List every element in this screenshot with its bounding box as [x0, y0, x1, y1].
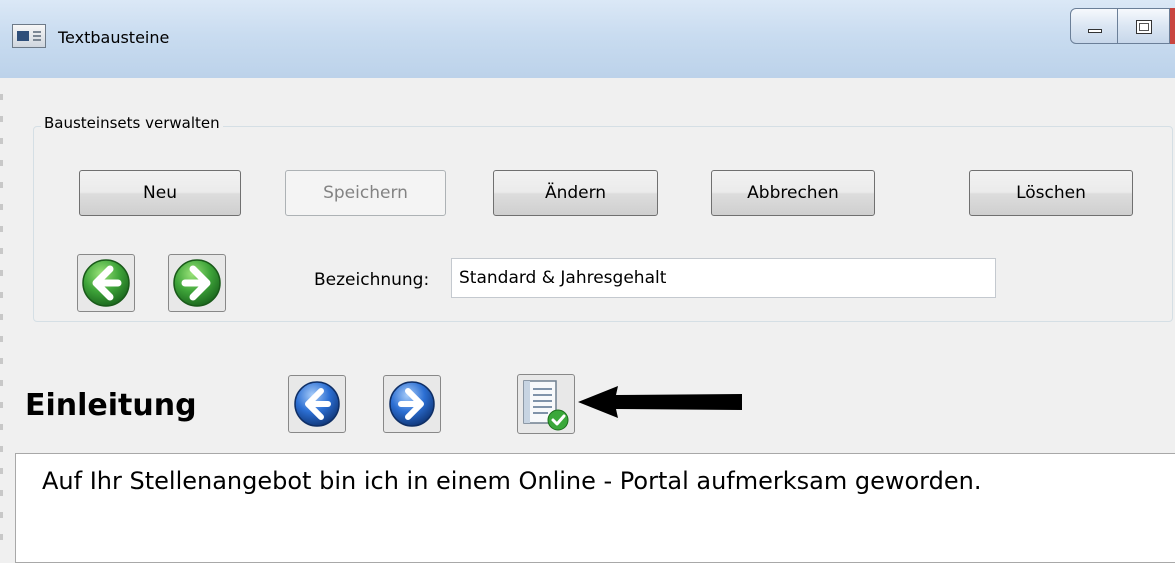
- bezeichnung-field[interactable]: [451, 258, 996, 298]
- app-window-icon[interactable]: [12, 24, 46, 48]
- minimize-icon: [1088, 29, 1102, 33]
- minimize-button[interactable]: [1070, 8, 1118, 44]
- speichern-button: Speichern: [285, 170, 446, 216]
- green-arrow-left-icon: [82, 259, 130, 307]
- document-check-icon: [523, 380, 569, 431]
- green-arrow-right-icon: [173, 259, 221, 307]
- section-previous-button[interactable]: [288, 375, 346, 433]
- close-button[interactable]: [1170, 8, 1175, 44]
- window-controls: [1070, 8, 1170, 44]
- blue-arrow-left-icon: [294, 381, 340, 427]
- groupbox-legend: Bausteinsets verwalten: [41, 114, 223, 132]
- blue-arrow-right-icon: [389, 381, 435, 427]
- loeschen-button[interactable]: Löschen: [969, 170, 1133, 216]
- window-title: Textbausteine: [58, 28, 170, 47]
- edge-marks: [0, 78, 3, 553]
- maximize-button[interactable]: [1118, 8, 1170, 44]
- set-previous-button[interactable]: [77, 254, 135, 312]
- neu-button[interactable]: Neu: [79, 170, 241, 216]
- set-next-button[interactable]: [168, 254, 226, 312]
- abbrechen-button[interactable]: Abbrechen: [711, 170, 875, 216]
- title-bar: Textbausteine: [0, 0, 1175, 78]
- bezeichnung-label: Bezeichnung:: [314, 270, 430, 290]
- section-text-area[interactable]: Auf Ihr Stellenangebot bin ich in einem …: [15, 453, 1175, 563]
- section-title: Einleitung: [25, 388, 197, 423]
- aendern-button[interactable]: Ändern: [493, 170, 658, 216]
- black-arrow-pointer-icon: [578, 386, 742, 418]
- section-next-button[interactable]: [383, 375, 441, 433]
- maximize-icon: [1136, 20, 1152, 34]
- apply-text-button[interactable]: [517, 374, 575, 434]
